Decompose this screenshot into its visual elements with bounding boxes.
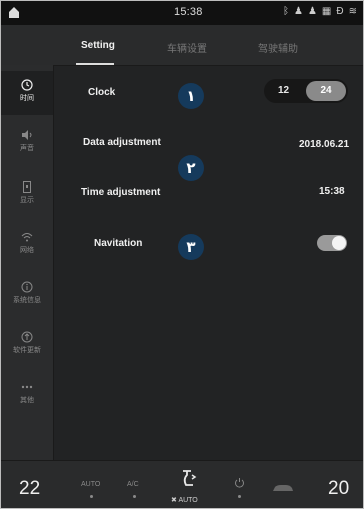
sidebar-item-display[interactable]: 显示 bbox=[1, 173, 53, 217]
sidebar-item-label: 软件更新 bbox=[13, 347, 41, 354]
annotation-badge-2: ٢ bbox=[178, 155, 204, 181]
screen-frame: 15:38 ᛒ ♟ ♟ ▦ Ð ≋ Setting 车辆设置 驾驶辅助 时间 声… bbox=[0, 0, 364, 509]
sidebar-item-other[interactable]: 其他 bbox=[1, 373, 53, 417]
fan-icon: ✖ bbox=[171, 497, 177, 504]
top-tab-bar: Setting 车辆设置 驾驶辅助 bbox=[1, 25, 363, 66]
fan-auto-label[interactable]: ✖ AUTO bbox=[171, 496, 198, 504]
wifi-icon bbox=[21, 233, 33, 242]
date-value[interactable]: 2018.06.21 bbox=[299, 139, 349, 150]
grid-icon: ▦ bbox=[321, 6, 332, 17]
sidebar-item-software-update[interactable]: 软件更新 bbox=[1, 323, 53, 367]
ac-indicator-dot bbox=[133, 495, 136, 498]
ac-button[interactable]: A/C bbox=[127, 481, 139, 488]
climate-bar: 22 AUTO A/C ✖ AUTO 20 bbox=[1, 460, 363, 508]
wifi-icon: ≋ bbox=[348, 6, 357, 17]
temperature-right[interactable]: 20 bbox=[328, 478, 349, 500]
sidebar: 时间 声音 显示 网络 系统信息 软件更新 其他 bbox=[1, 65, 54, 460]
time-adjustment-label[interactable]: Time adjustment bbox=[81, 187, 160, 198]
car-recirculation-icon[interactable] bbox=[271, 483, 295, 493]
sidebar-item-sound[interactable]: 声音 bbox=[1, 121, 53, 165]
bluetooth-icon: ᛒ bbox=[282, 6, 289, 17]
sidebar-item-label: 显示 bbox=[20, 197, 34, 204]
update-icon bbox=[21, 331, 33, 343]
active-tab-indicator bbox=[76, 63, 114, 65]
info-icon bbox=[21, 281, 33, 293]
tab-vehicle-settings[interactable]: 车辆设置 bbox=[167, 40, 207, 55]
sidebar-item-label: 其他 bbox=[20, 397, 34, 404]
power-icon[interactable] bbox=[234, 477, 245, 488]
tab-driving-assist[interactable]: 驾驶辅助 bbox=[258, 40, 298, 55]
clock-icon bbox=[21, 79, 33, 91]
toggle-knob bbox=[332, 236, 346, 250]
home-icon[interactable] bbox=[9, 7, 19, 18]
sidebar-item-time[interactable]: 时间 bbox=[1, 71, 53, 115]
tab-setting[interactable]: Setting bbox=[81, 40, 115, 51]
clock-option-24[interactable]: 24 bbox=[306, 81, 346, 101]
person-icon: ♟ bbox=[293, 6, 303, 17]
sidebar-item-network[interactable]: 网络 bbox=[1, 223, 53, 267]
auto-climate-button[interactable]: AUTO bbox=[81, 481, 100, 488]
sidebar-item-label: 时间 bbox=[20, 95, 34, 102]
clock-label: Clock bbox=[88, 87, 116, 98]
status-icons: ᛒ ♟ ♟ ▦ Ð ≋ bbox=[283, 6, 357, 17]
sidebar-item-label: 声音 bbox=[20, 145, 34, 152]
fan-auto-text: AUTO bbox=[178, 497, 198, 504]
seat-airflow-icon[interactable] bbox=[177, 467, 199, 489]
sidebar-item-system-info[interactable]: 系统信息 bbox=[1, 273, 53, 317]
date-adjustment-label[interactable]: Data adjustment bbox=[83, 137, 161, 148]
clock-option-12[interactable]: 12 bbox=[278, 85, 289, 96]
status-time: 15:38 bbox=[174, 6, 203, 18]
annotation-badge-1: ١ bbox=[178, 83, 204, 109]
auto-indicator-dot bbox=[90, 495, 93, 498]
display-icon bbox=[23, 181, 31, 193]
power-indicator-dot bbox=[238, 495, 241, 498]
time-value[interactable]: 15:38 bbox=[319, 186, 345, 197]
annotation-badge-3: ٣ bbox=[178, 234, 204, 260]
status-bar: 15:38 ᛒ ♟ ♟ ▦ Ð ≋ bbox=[1, 1, 363, 25]
clock-format-selector[interactable]: 12 24 bbox=[264, 79, 348, 103]
speaker-icon bbox=[22, 130, 32, 140]
sidebar-item-label: 系统信息 bbox=[13, 297, 41, 304]
more-icon bbox=[21, 385, 33, 389]
temperature-left[interactable]: 22 bbox=[19, 478, 40, 500]
sidebar-item-label: 网络 bbox=[20, 247, 34, 254]
person-icon: ♟ bbox=[307, 6, 317, 17]
navigation-toggle[interactable] bbox=[317, 235, 347, 251]
d-icon: Ð bbox=[336, 6, 344, 17]
navigation-label: Navitation bbox=[94, 238, 143, 249]
